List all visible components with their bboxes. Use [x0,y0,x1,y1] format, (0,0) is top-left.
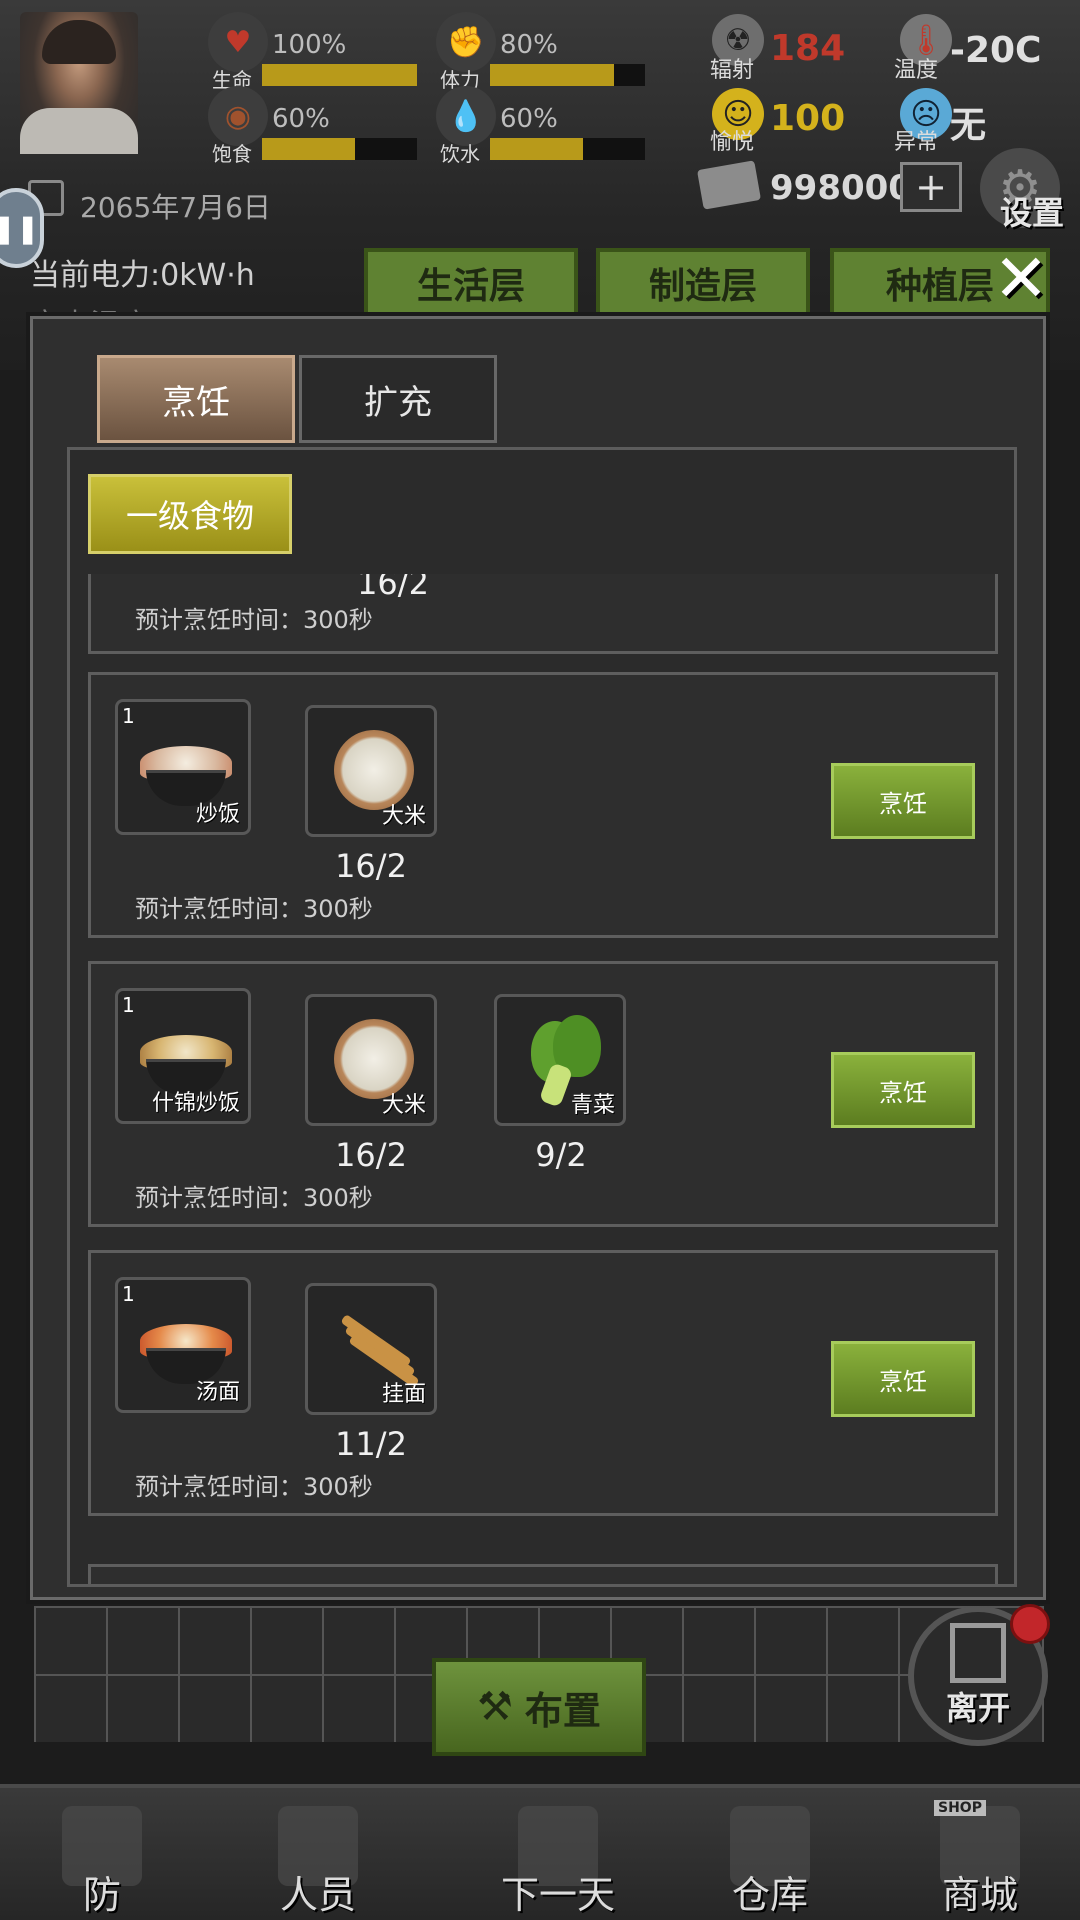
nav-label: 防 [82,1873,121,1917]
cook-time: 预计烹饪时间：300秒 [135,895,373,923]
arrange-label: 布置 [524,1688,601,1733]
output-qty: 1 [122,704,135,728]
cook-button[interactable]: 烹饪 [831,1341,975,1417]
stat-water-label: 饮水 [440,142,480,166]
nav-label: 商城 [941,1873,1018,1917]
output-name: 炒饭 [195,802,240,827]
stat-stamina-percent: 80% [500,30,558,60]
abnormal-value: 无 [950,105,987,146]
tab-expand[interactable]: 扩充 [299,355,497,443]
category-tier1-food[interactable]: 一级食物 [88,474,292,554]
radiation-label: 辐射 [710,58,755,83]
ingredient-name: 大米 [381,804,426,829]
output-slot[interactable]: 1 什锦炒饭 [115,988,251,1124]
heart-icon: ♥ [208,12,268,72]
nav-label: 人员 [279,1873,356,1917]
cooking-modal: 烹饪 扩充 一级食物 16/2 预计烹饪时间：300秒 1 炒饭 大米 16/2… [30,316,1046,1600]
cook-time: 预计烹饪时间：300秒 [135,1184,373,1212]
ingredient-name: 大米 [381,1093,426,1118]
player-portrait[interactable] [20,12,138,154]
ingredient-slot[interactable]: 青菜 [494,994,626,1126]
settings-label[interactable]: 设置 [1000,188,1064,234]
close-icon[interactable]: ✕ [986,244,1056,314]
money-value: 998000 [770,168,912,208]
stat-health-bar [262,64,417,86]
stat-water-percent: 60% [500,104,558,134]
game-date: 2065年7月6日 [80,191,271,224]
stat-water: 💧 60% 饮水 [436,86,656,166]
nav-shop[interactable]: SHOP 商城 [890,1798,1070,1918]
ingredient-name: 青菜 [570,1093,615,1118]
ingredient-name: 挂面 [381,1382,426,1407]
notification-dot [1010,1604,1050,1644]
hammer-icon: ⚒ [477,1684,513,1730]
ingredient-count: 16/2 [357,574,429,602]
output-name: 什锦炒饭 [151,1091,240,1116]
bottom-nav: 防 人员 下一天 仓库 SHOP 商城 [0,1784,1080,1920]
cook-button[interactable]: 烹饪 [831,763,975,839]
tab-cooking[interactable]: 烹饪 [97,355,295,443]
cook-time: 预计烹饪时间：300秒 [135,1473,373,1501]
stat-health: ♥ 100% 生命 [208,12,428,92]
power-readout: 当前电力:0kW·h [30,258,255,293]
top-hud: ♥ 100% 生命 ✊ 80% 体力 ◉ 60% 饱食 💧 60% 饮水 ☢ 辐… [0,0,1080,370]
abnormal-label: 异常 [894,130,939,155]
recipe-list[interactable]: 16/2 预计烹饪时间：300秒 1 炒饭 大米 16/2 预计烹饪时间：300… [70,574,1014,1584]
ingredient-slot[interactable]: 大米 [305,705,437,837]
shop-tag: SHOP [934,1800,986,1816]
nav-label: 仓库 [731,1873,808,1917]
stat-health-percent: 100% [272,30,347,60]
recipe-panel: 一级食物 16/2 预计烹饪时间：300秒 1 炒饭 大米 16/2 预计烹饪时… [67,447,1017,1587]
happiness-label: 愉悦 [710,130,755,155]
recipe-card-assorted-fried-rice: 1 什锦炒饭 大米 16/2 青菜 9/2 预计烹饪时间：300秒 烹饪 [88,961,998,1227]
ingredient-count: 11/2 [335,1425,407,1463]
cook-time: 预计烹饪时间：300秒 [135,606,373,634]
arrange-button[interactable]: ⚒ 布置 [432,1658,646,1756]
muscle-icon: ✊ [436,12,496,72]
stat-stamina-bar [490,64,645,86]
recipe-card-next [88,1564,998,1584]
leave-label: 离开 [945,1689,1010,1727]
recipe-card-partial: 16/2 预计烹饪时间：300秒 [88,574,998,654]
stat-hunger: ◉ 60% 饱食 [208,86,428,166]
stat-hunger-percent: 60% [272,104,330,134]
money-icon [696,160,762,210]
output-slot[interactable]: 1 汤面 [115,1277,251,1413]
exit-door-icon [950,1623,1006,1683]
ingredient-count: 9/2 [535,1136,587,1174]
ingredient-slot[interactable]: 大米 [305,994,437,1126]
ingredient-slot[interactable]: 挂面 [305,1283,437,1415]
add-money-button[interactable]: + [900,162,962,212]
ingredient-count: 16/2 [335,847,407,885]
radiation-value: 184 [770,28,846,69]
water-drop-icon: 💧 [436,86,496,146]
ingredient-count: 16/2 [335,1136,407,1174]
stat-hunger-bar [262,138,417,160]
temperature-value: -20C [950,30,1042,71]
portrait-hair [42,20,116,64]
cook-button[interactable]: 烹饪 [831,1052,975,1128]
output-name: 汤面 [195,1380,240,1405]
recipe-card-noodle-soup: 1 汤面 挂面 11/2 预计烹饪时间：300秒 烹饪 [88,1250,998,1516]
stat-water-bar [490,138,645,160]
temperature-label: 温度 [894,58,939,83]
floor-tab-crafting[interactable]: 制造层 [596,248,810,318]
output-qty: 1 [122,1282,135,1306]
happiness-value: 100 [770,98,846,139]
nav-next-day[interactable]: 下一天 [468,1798,648,1918]
stat-stamina: ✊ 80% 体力 [436,12,656,92]
stat-hunger-label: 饱食 [212,142,252,166]
nav-warehouse[interactable]: 仓库 [680,1798,860,1918]
stomach-icon: ◉ [208,86,268,146]
floor-tab-living[interactable]: 生活层 [364,248,578,318]
output-slot[interactable]: 1 炒饭 [115,699,251,835]
nav-defense[interactable]: 防 [12,1798,192,1918]
recipe-card-fried-rice: 1 炒饭 大米 16/2 预计烹饪时间：300秒 烹饪 [88,672,998,938]
output-qty: 1 [122,993,135,1017]
nav-staff[interactable]: 人员 [228,1798,408,1918]
portrait-hood [20,108,138,154]
nav-label: 下一天 [500,1873,615,1917]
